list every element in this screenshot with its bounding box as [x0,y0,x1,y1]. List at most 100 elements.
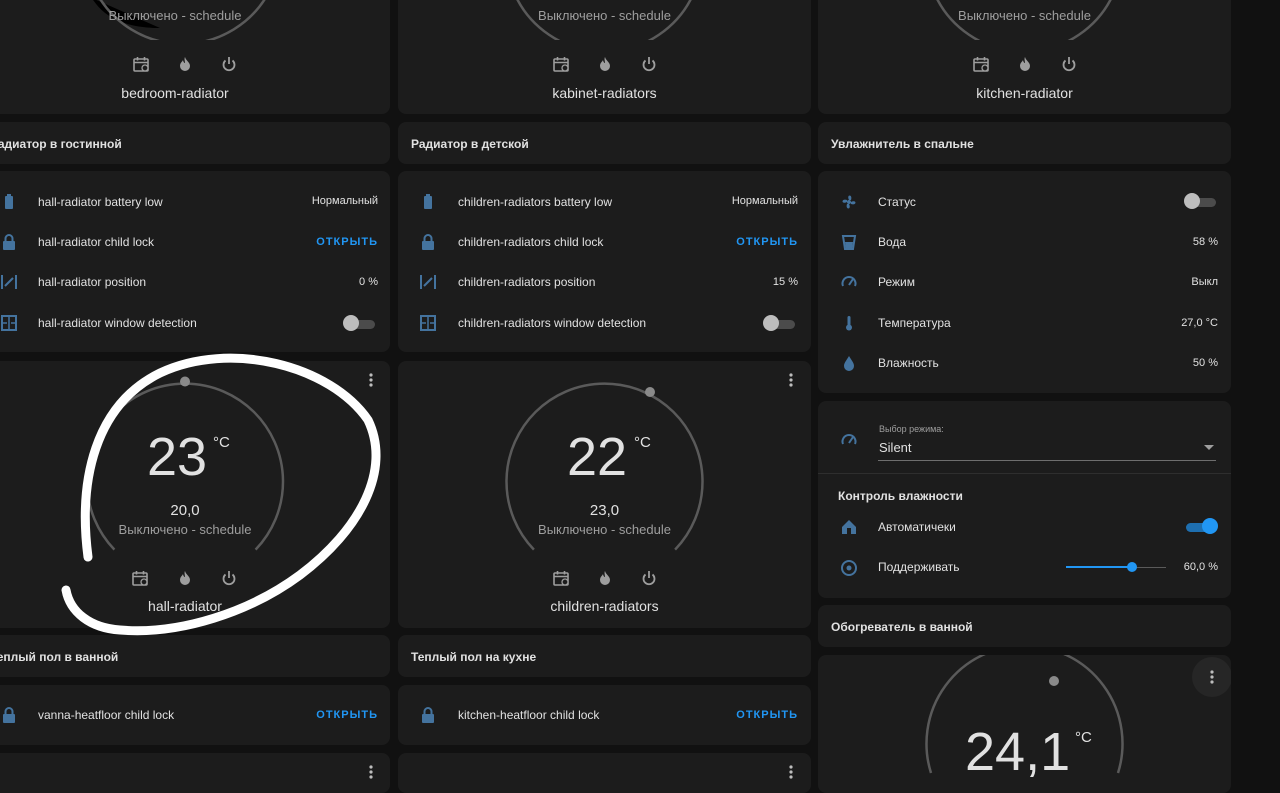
water-tank-icon [842,235,856,250]
entity-label: hall-radiator battery low [38,195,163,209]
target-temperature: 20,0 [170,502,200,519]
unlock-button[interactable]: ОТКРЫТЬ [316,709,378,721]
entities-card-hall: hall-radiator battery low Нормальный hal… [0,171,390,352]
entity-value: 15 % [772,276,798,288]
dial-handle [180,376,190,387]
entities-card-kitchen-floor: kitchen-heatfloor child lock ОТКРЫТЬ [398,685,811,745]
power-icon[interactable] [640,569,658,587]
thermostat-name: bedroom-radiator [121,85,229,101]
section-title: Радиатор в гостинной [0,137,122,151]
more-options-button[interactable] [1192,657,1231,697]
entity-label: hall-radiator child lock [38,235,155,249]
thermostat-state: Выключено - schedule [108,8,242,23]
entity-label: Статус [878,195,916,209]
thermometer-icon [846,316,852,331]
thermostat-dial[interactable] [398,361,811,628]
more-options-icon[interactable] [363,764,379,780]
window-icon [1,315,17,331]
schedule-mode-icon[interactable] [552,55,570,73]
thermostat-card-kitchen: Выключено - schedule kitchen-radiator [818,0,1231,114]
humidity-slider[interactable] [1066,561,1166,575]
heat-mode-icon[interactable] [176,55,194,73]
auto-humidity-toggle[interactable] [1184,518,1218,534]
lock-icon [2,707,16,724]
more-options-icon[interactable] [783,764,799,780]
thermostat-dial[interactable] [0,361,390,628]
thermostat-state: Выключено - schedule [958,8,1091,23]
lock-icon [421,707,435,724]
more-options-icon[interactable] [363,372,379,388]
entities-card-humidifier: Статус Вода 58 % Режим Выкл Температура … [818,171,1231,393]
heat-mode-icon[interactable] [176,569,194,587]
schedule-mode-icon[interactable] [972,55,990,73]
heat-mode-icon[interactable] [1016,55,1034,73]
entity-label: children-radiators window detection [458,316,647,330]
entity-value: 27,0 °C [1181,317,1218,329]
more-options-icon[interactable] [1204,669,1220,685]
thermostat-state: Выключено - schedule [538,8,671,23]
section-title: Теплый пол на кухне [411,650,537,664]
divider [818,473,1231,474]
unlock-button[interactable]: ОТКРЫТЬ [736,236,798,248]
lock-icon [2,234,16,251]
battery-icon [5,194,13,209]
power-icon[interactable] [1060,55,1078,73]
entity-label: children-radiators battery low [458,195,613,209]
heat-mode-icon[interactable] [596,569,614,587]
current-temperature: 24,1 [965,722,1071,782]
entity-label: vanna-heatfloor child lock [38,708,175,722]
humidifier-status-toggle[interactable] [1184,193,1216,209]
more-options-icon[interactable] [783,372,799,388]
thermostat-name: hall-radiator [148,598,222,614]
unlock-button[interactable]: ОТКРЫТЬ [316,236,378,248]
entity-label: hall-radiator window detection [38,316,197,330]
section-header-kids: Радиатор в детской [398,122,811,164]
schedule-mode-icon[interactable] [552,569,570,587]
section-header-bath-heater: Обогреватель в ванной [818,605,1231,647]
entity-value: Нормальный [731,195,798,207]
slider-handle[interactable] [1127,562,1137,572]
entities-card-bath-floor: vanna-heatfloor child lock ОТКРЫТЬ [0,685,390,745]
entity-label: kitchen-heatfloor child lock [458,708,600,722]
mode-select[interactable]: Silent [878,438,1216,461]
power-icon[interactable] [640,55,658,73]
keep-label: Поддерживать [878,560,960,574]
schedule-mode-icon[interactable] [132,55,150,73]
entity-label: children-radiators position [458,275,596,289]
target-temperature: 23,0 [589,502,620,519]
entity-value: 50 % [1192,357,1218,369]
dial-handle [1049,676,1059,686]
section-title: Теплый пол в ванной [0,650,119,664]
window-detection-toggle[interactable] [343,315,375,331]
thermostat-name: children-radiators [550,598,659,614]
section-title: Обогреватель в ванной [831,620,973,634]
auto-label: Автоматичеки [878,520,956,534]
schedule-mode-icon[interactable] [131,569,149,587]
slider-fill [1066,566,1132,568]
window-detection-toggle[interactable] [763,315,795,331]
gauge-icon [841,434,857,445]
section-header-humidifier: Увлажнитель в спальне [818,122,1231,164]
thermostat-card-partial [398,753,811,793]
entity-label: hall-radiator position [38,275,147,289]
fan-icon [842,195,856,209]
entity-value: 58 % [1192,236,1218,248]
water-percent-icon [844,356,854,371]
heat-mode-icon[interactable] [596,55,614,73]
valve-icon [1,274,17,290]
valve-icon [420,274,436,290]
temperature-unit: °C [634,434,651,451]
lock-icon [421,234,435,251]
target-icon [841,560,857,576]
home-auto-icon [842,520,856,534]
entities-card-children: children-radiators battery low Нормальны… [398,171,811,352]
mode-select-value: Silent [879,440,912,455]
thermostat-card-children: 22 °C 23,0 Выключено - schedule children… [398,361,811,628]
section-header-living: Радиатор в гостинной [0,122,390,164]
entity-value: 0 % [359,276,378,288]
thermostat-state: Выключено - schedule [118,522,252,537]
unlock-button[interactable]: ОТКРЫТЬ [736,709,798,721]
power-icon[interactable] [220,569,238,587]
thermostat-card-kabinet: Выключено - schedule kabinet-radiators [398,0,811,114]
power-icon[interactable] [220,55,238,73]
